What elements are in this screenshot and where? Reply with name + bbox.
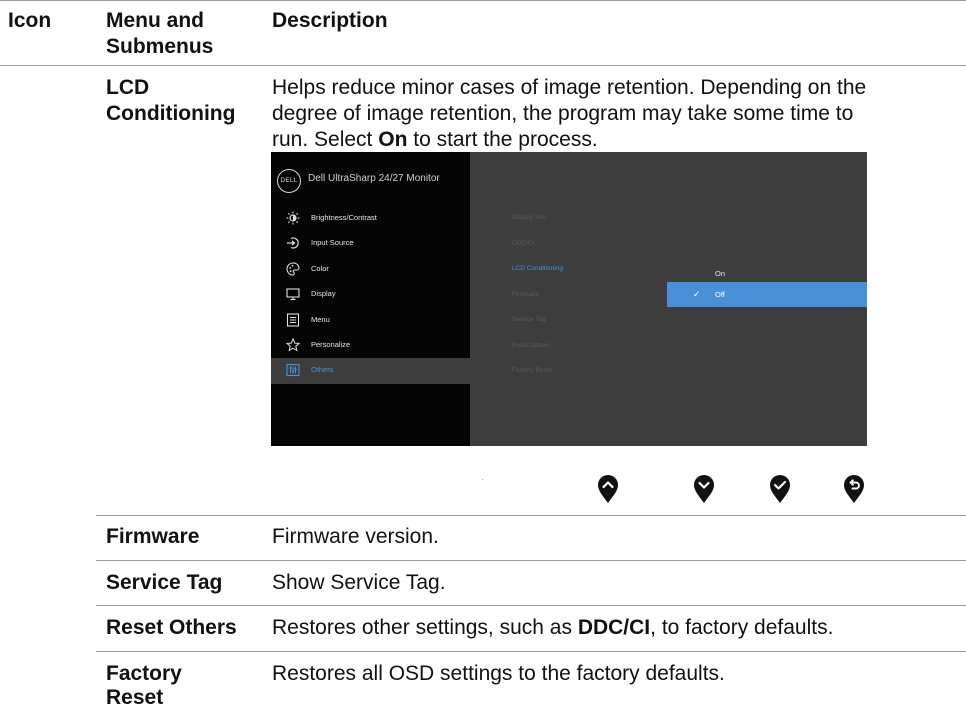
desc-line3-bold: On (378, 128, 408, 151)
sub-item-lcd-conditioning[interactable]: LCD Conditioning (512, 265, 563, 272)
header-description: Description (272, 9, 388, 32)
option-off-selected[interactable]: ✓ Off (667, 282, 867, 307)
row-rule-service-tag (96, 560, 966, 561)
sub-item-firmware[interactable]: Firmware (512, 291, 539, 298)
reset-others-desc: Restores other settings, such as DDC/CI,… (272, 616, 833, 640)
reset-others-desc-prefix: Restores other settings, such as (272, 616, 578, 639)
back-icon[interactable] (843, 474, 865, 504)
lcd-conditioning-desc-line2: degree of image retention, the program m… (272, 102, 854, 125)
osd-item-label: Display (311, 289, 336, 298)
others-sliders-icon (286, 363, 300, 377)
osd-item-label: Menu (311, 315, 330, 324)
lcd-conditioning-desc-line3: run. Select On to start the process. (272, 128, 598, 152)
sub-item-factory-reset[interactable]: Factory Reset (512, 367, 552, 374)
row-rule-firmware (96, 515, 966, 516)
service-tag-desc: Show Service Tag. (272, 571, 446, 594)
osd-item-label: Color (311, 264, 329, 273)
stray-dot (482, 479, 483, 480)
osd-item-personalize[interactable]: Personalize (271, 333, 470, 359)
osd-item-display[interactable]: Display (271, 282, 470, 308)
osd-item-others[interactable]: Others (271, 358, 470, 384)
sub-item-display-info[interactable]: Display Info (512, 214, 546, 221)
sub-item-reset-others[interactable]: Reset Others (512, 342, 550, 349)
osd-item-label: Brightness/Contrast (311, 213, 377, 222)
lcd-conditioning-desc-line1: Helps reduce minor cases of image retent… (272, 76, 867, 99)
header-menu-line1: Menu and (106, 9, 204, 32)
osd-title: Dell UltraSharp 24/27 Monitor (308, 173, 440, 184)
osd-item-brightness-contrast[interactable]: Brightness/Contrast (271, 206, 470, 232)
desc-line3-suffix: to start the process. (407, 128, 598, 151)
sub-item-ddc-ci[interactable]: DDC/CI (512, 240, 534, 247)
row-rule-reset-others (96, 605, 966, 606)
service-tag-label: Service Tag (106, 571, 223, 594)
color-palette-icon (286, 262, 300, 276)
star-icon (286, 338, 300, 352)
reset-others-desc-suffix: , to factory defaults. (650, 616, 834, 639)
header-menu-line2: Submenus (106, 35, 214, 58)
reset-others-desc-bold: DDC/CI (577, 616, 651, 639)
osd-item-color[interactable]: Color (271, 257, 470, 283)
checkmark-icon: ✓ (693, 289, 701, 299)
reset-others-label: Reset Others (106, 616, 237, 639)
option-off-label: Off (715, 290, 725, 299)
osd-item-menu[interactable]: Menu (271, 308, 470, 334)
up-arrow-icon[interactable] (597, 474, 619, 504)
down-arrow-icon[interactable] (693, 474, 715, 504)
sub-item-service-tag[interactable]: Service Tag (512, 316, 546, 323)
table-top-rule (0, 0, 966, 1)
display-monitor-icon (286, 288, 300, 301)
lcd-conditioning-label-line1: LCD (106, 76, 150, 99)
osd-main-menu-panel: DELL Dell UltraSharp 24/27 Monitor Brigh… (271, 152, 470, 446)
factory-reset-desc: Restores all OSD settings to the factory… (272, 662, 725, 685)
brightness-icon (286, 211, 300, 225)
lcd-conditioning-label-line2: Conditioning (106, 102, 236, 125)
header-icon: Icon (8, 9, 52, 32)
menu-list-icon (286, 313, 300, 327)
osd-item-label: Personalize (311, 340, 351, 349)
osd-screenshot: DELL Dell UltraSharp 24/27 Monitor Brigh… (271, 152, 867, 446)
firmware-label: Firmware (106, 525, 200, 548)
osd-title-row: DELL Dell UltraSharp 24/27 Monitor (271, 152, 470, 205)
firmware-desc: Firmware version. (272, 525, 439, 548)
osd-item-label: Input Source (311, 238, 354, 247)
header-bottom-rule (0, 65, 966, 66)
osd-item-label: Others (311, 365, 334, 374)
dell-logo: DELL (277, 169, 301, 193)
option-on[interactable]: On (715, 269, 725, 278)
factory-reset-label-line2: Reset (106, 686, 164, 709)
check-icon[interactable] (769, 474, 791, 504)
desc-line3-prefix: run. Select (272, 128, 379, 151)
osd-item-input-source[interactable]: Input Source (271, 231, 470, 257)
row-rule-factory-reset (96, 651, 966, 652)
input-source-icon (287, 237, 299, 249)
factory-reset-label-line1: Factory (106, 662, 182, 685)
